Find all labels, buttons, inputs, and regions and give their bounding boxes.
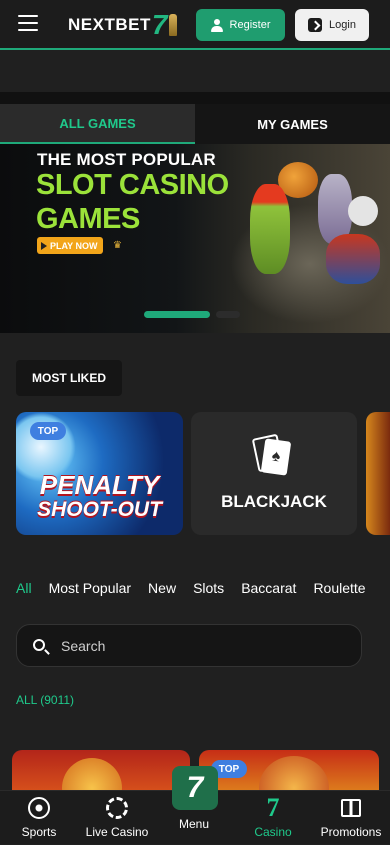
casino-seven-icon: 7 <box>266 793 280 822</box>
filter-new[interactable]: New <box>148 580 176 600</box>
gift-icon <box>341 799 361 817</box>
nav-sports-label: Sports <box>21 825 57 839</box>
crown-icon: ♛ <box>113 240 122 251</box>
soccer-ball-icon <box>28 797 50 819</box>
top-spacer <box>0 52 390 92</box>
nav-promotions[interactable]: Promotions <box>318 791 384 845</box>
blackjack-title: BLACKJACK <box>221 492 327 511</box>
ghost-artwork <box>348 196 378 226</box>
play-icon <box>41 241 47 250</box>
login-label: Login <box>329 19 356 31</box>
chip-icon <box>106 797 128 819</box>
nav-live-casino-label: Live Casino <box>85 825 149 839</box>
search-icon <box>33 639 45 651</box>
game-card-penalty-shootout[interactable]: TOP PENALTY SHOOT-OUT <box>16 412 183 535</box>
search-input[interactable]: Search <box>16 624 362 667</box>
shootout-title: SHOOT-OUT <box>37 498 162 521</box>
spade-card-icon: ♠ <box>260 438 292 476</box>
play-now-button[interactable]: PLAY NOW <box>37 237 103 254</box>
filter-roulette[interactable]: Roulette <box>313 580 365 600</box>
game-card-partial[interactable] <box>366 412 390 535</box>
user-icon <box>210 18 223 32</box>
all-games-count: ALL (9011) <box>16 693 75 707</box>
tab-my-games[interactable]: MY GAMES <box>195 104 390 144</box>
promo-banner[interactable]: THE MOST POPULAR SLOT CASINO GAMES PLAY … <box>0 144 390 333</box>
most-liked-label: MOST LIKED <box>16 360 122 396</box>
hamburger-menu-icon[interactable] <box>18 15 38 31</box>
filter-bar: All Most Popular New Slots Baccarat Roul… <box>16 580 366 600</box>
menu-button[interactable]: 7 <box>172 766 218 810</box>
carousel-dots[interactable] <box>144 311 240 319</box>
nav-casino-label: Casino <box>254 825 292 839</box>
nav-casino[interactable]: 7 Casino <box>248 791 298 845</box>
trophy-icon <box>168 14 177 36</box>
pirate-artwork <box>326 234 380 284</box>
play-now-label: PLAY NOW <box>50 240 98 251</box>
banner-line-1: THE MOST POPULAR <box>37 150 216 169</box>
login-icon <box>308 18 323 32</box>
filter-all[interactable]: All <box>16 580 32 600</box>
banner-line-2: SLOT CASINO <box>36 169 229 201</box>
carousel-dot-active[interactable] <box>144 311 210 318</box>
filter-most-popular[interactable]: Most Popular <box>49 580 131 600</box>
nav-live-casino[interactable]: Live Casino <box>84 791 150 845</box>
login-button[interactable]: Login <box>295 9 369 41</box>
game-card-blackjack[interactable]: ♠ BLACKJACK <box>191 412 357 535</box>
register-label: Register <box>229 19 271 31</box>
nextbet-logo[interactable]: NEXTBET 7 <box>68 9 177 40</box>
divider-strip <box>0 92 390 104</box>
nav-menu-label: Menu <box>179 817 210 831</box>
top-badge: TOP <box>30 422 66 440</box>
filter-baccarat[interactable]: Baccarat <box>241 580 296 600</box>
register-button[interactable]: Register <box>196 9 285 41</box>
penalty-title: PENALTY <box>39 470 160 500</box>
filter-slots[interactable]: Slots <box>193 580 224 600</box>
logo-text: NEXTBET <box>68 15 151 34</box>
banner-line-3: GAMES <box>36 203 140 235</box>
nav-sports[interactable]: Sports <box>16 791 62 845</box>
search-placeholder: Search <box>61 638 106 654</box>
tab-all-games[interactable]: ALL GAMES <box>0 104 195 144</box>
logo-seven: 7 <box>151 9 168 40</box>
nav-promotions-label: Promotions <box>320 825 382 839</box>
goblin-artwork <box>250 184 290 274</box>
carousel-dot[interactable] <box>216 311 240 318</box>
